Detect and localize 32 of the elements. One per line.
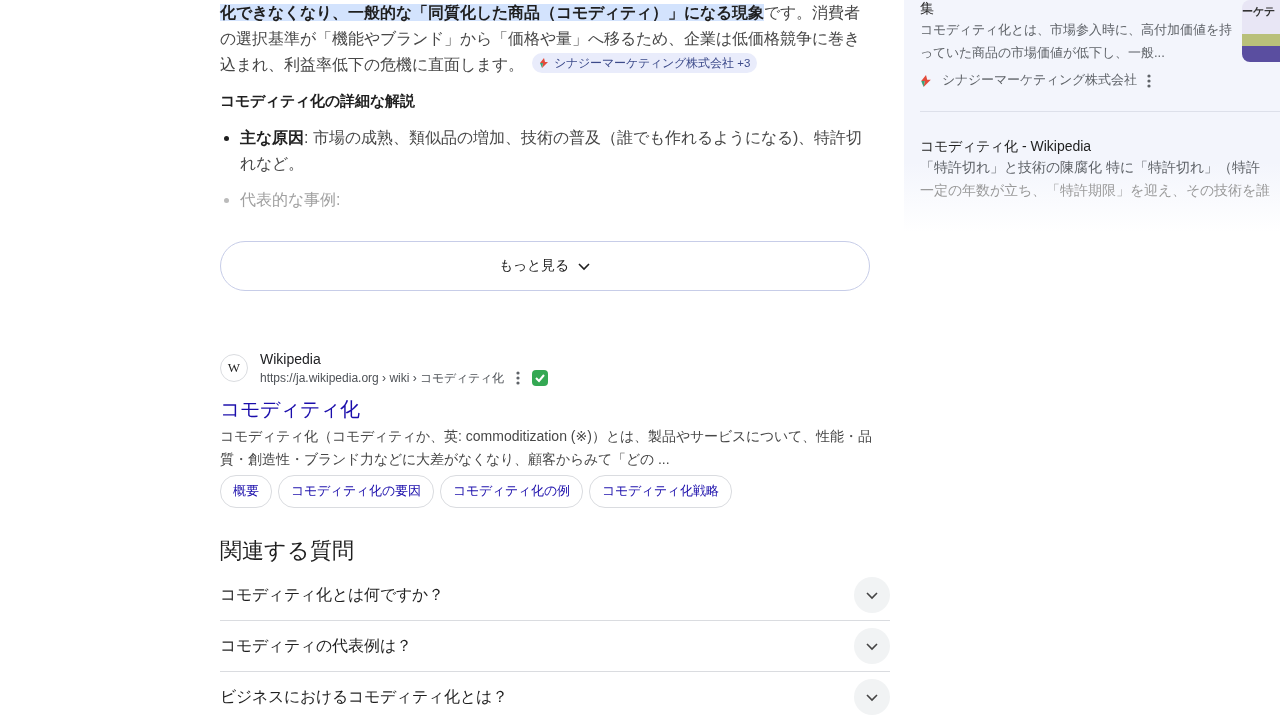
company-logo-icon	[920, 74, 932, 87]
section-heading: コモディティ化の詳細な解説	[220, 92, 416, 111]
thumbnail-image: ーケテ	[1242, 0, 1280, 62]
sitelink-chip[interactable]: コモディティ化戦略	[589, 475, 732, 508]
company-logo-icon	[539, 58, 549, 68]
sitelink-chip[interactable]: コモディティ化の要因	[278, 475, 434, 508]
overview-paragraph: 化できなくなり、一般的な「同質化した商品（コモディティ）」になる現象です。消費者の選択基準が「機能やブランド」から「価格や量」へ移るため、企業は低価格競争に巻き込まれ、利益率低下の危機に直面します。 シナジーマーケティング株式会社 +3	[220, 3, 861, 75]
side-item-source: シナジーマーケティング株式会社	[942, 72, 1137, 89]
side-item-snippet: 「特許切れ」と技術の陳腐化 特に「特許切れ」（特許	[920, 159, 1261, 177]
side-item-title[interactable]: コモディティ化 - Wikipedia	[920, 136, 1280, 156]
source-chip[interactable]: シナジーマーケティング株式会社 +3	[532, 53, 758, 73]
site-name[interactable]: Wikipedia	[260, 349, 549, 369]
show-more-button[interactable]: もっと見る	[220, 241, 870, 291]
bullet-item: 主な原因: 市場の成熟、類似品の増加、技術の普及（誰でも作れるようになる)、特許切れなど。	[220, 125, 870, 177]
result-url[interactable]: https://ja.wikipedia.org › wiki › コモディティ化	[260, 369, 505, 387]
result-title-link[interactable]: コモディティ化	[220, 395, 360, 423]
side-item-title[interactable]: 集	[920, 0, 1232, 18]
expand-button[interactable]	[854, 628, 890, 664]
sitelink-chip[interactable]: コモディティ化の例	[440, 475, 583, 508]
more-options-icon[interactable]	[1147, 73, 1151, 88]
more-options-icon[interactable]	[516, 371, 521, 385]
expand-button[interactable]	[854, 679, 890, 715]
side-item-snippet: 一定の年数が立ち、「特許期限」を迎え、その技術を誰	[920, 182, 1271, 200]
bullet-item: 代表的な事例:	[220, 187, 870, 213]
question-text[interactable]: コモディティの代表例は？	[220, 635, 412, 657]
sitelink-chip[interactable]: 概要	[220, 475, 272, 508]
related-questions-heading: 関連する質問	[220, 537, 355, 565]
question-text[interactable]: ビジネスにおけるコモディティ化とは？	[220, 686, 508, 708]
result-snippet: コモディティ化（コモディティか、英: commoditization (※)）とは、製品やサービスについて、性能・品質・創造性・ブランド力などに大差がなくなり、顧客からみて「どの ...	[220, 427, 873, 469]
side-item-snippet: コモディティ化とは、市場参入時に、高付加価値を持っていた商品の市場価値が低下し、一般...	[920, 21, 1232, 62]
expand-button[interactable]	[854, 577, 890, 613]
question-text[interactable]: コモディティ化とは何ですか？	[220, 584, 444, 606]
